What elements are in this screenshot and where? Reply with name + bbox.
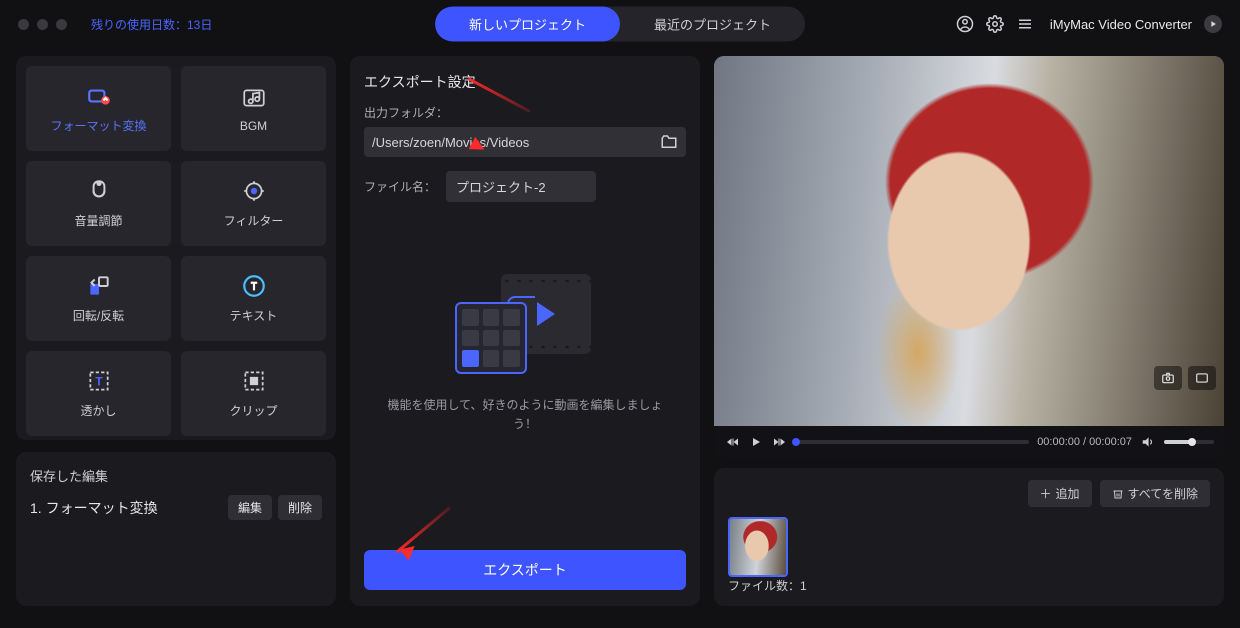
menu-icon[interactable] (1016, 15, 1034, 33)
snapshot-icon[interactable] (1154, 366, 1182, 390)
svg-text:T: T (95, 374, 103, 388)
minimize-window[interactable] (37, 19, 48, 30)
tool-clip[interactable]: クリップ (181, 351, 326, 436)
filter-icon (241, 178, 267, 204)
rotate-icon (86, 273, 112, 299)
tool-format-convert[interactable]: フォーマット変換 (26, 66, 171, 151)
tool-bgm[interactable]: BGM (181, 66, 326, 151)
export-button[interactable]: エクスポート (364, 550, 686, 590)
export-settings-panel: エクスポート設定 出力フォルダ： /Users/zoen/Movies/Vide… (350, 56, 700, 606)
text-icon (241, 273, 267, 299)
player-controls: 00:00:00 / 00:00:07 (714, 426, 1224, 458)
titlebar: 残りの使用日数：13日 新しいプロジェクト 最近のプロジェクト iMyMac V… (0, 0, 1240, 48)
saved-edit-name: 1. フォーマット変換 (30, 498, 158, 518)
bgm-icon (241, 85, 267, 111)
quick-export-icon[interactable] (1204, 15, 1222, 33)
play-icon[interactable] (748, 436, 764, 448)
playback-time: 00:00:00 / 00:00:07 (1037, 436, 1132, 448)
saved-edits-title: 保存した編集 (30, 466, 322, 485)
tool-rotate[interactable]: 回転/反転 (26, 256, 171, 341)
output-folder-field[interactable]: /Users/zoen/Movies/Videos (364, 127, 686, 157)
window-controls (18, 19, 67, 30)
fullscreen-icon[interactable] (1188, 366, 1216, 390)
file-thumbnail[interactable] (728, 517, 788, 577)
tab-new-project[interactable]: 新しいプロジェクト (435, 7, 620, 42)
trial-days-label: 残りの使用日数：13日 (91, 16, 212, 33)
output-folder-label: 出力フォルダ： (364, 104, 686, 121)
clip-icon (241, 368, 267, 394)
annotation-arrow (395, 506, 451, 553)
browse-folder-icon[interactable] (660, 133, 678, 151)
close-window[interactable] (18, 19, 29, 30)
settings-icon[interactable] (986, 15, 1004, 33)
export-illustration: 機能を使用して、好きのように動画を編集しましょう！ (364, 268, 686, 434)
tool-label: 音量調節 (74, 212, 122, 229)
tool-watermark[interactable]: T 透かし (26, 351, 171, 436)
tool-volume[interactable]: 音量調節 (26, 161, 171, 246)
tool-text[interactable]: テキスト (181, 256, 326, 341)
files-panel: ＋追加 すべてを削除 ファイル数：1 (714, 468, 1224, 606)
saved-edits-panel: 保存した編集 1. フォーマット変換 編集 削除 (16, 452, 336, 606)
tab-recent-projects[interactable]: 最近のプロジェクト (620, 7, 805, 42)
account-icon[interactable] (956, 15, 974, 33)
file-count-label: ファイル数：1 (728, 577, 1210, 594)
tool-label: フォーマット変換 (50, 117, 146, 134)
seek-bar[interactable] (796, 440, 1029, 444)
prev-frame-icon[interactable] (724, 436, 740, 448)
maximize-window[interactable] (56, 19, 67, 30)
saved-edit-button[interactable]: 編集 (228, 495, 272, 520)
tool-label: フィルター (224, 212, 284, 229)
saved-delete-button[interactable]: 削除 (278, 495, 322, 520)
tool-label: 回転/反転 (73, 307, 124, 324)
tool-label: テキスト (230, 307, 278, 324)
video-preview: 00:00:00 / 00:00:07 (714, 56, 1224, 458)
tool-label: 透かし (80, 402, 116, 419)
volume-slider[interactable] (1164, 440, 1214, 444)
export-hint-text: 機能を使用して、好きのように動画を編集しましょう！ (364, 396, 686, 434)
tools-panel: フォーマット変換 BGM 音量調節 (16, 56, 336, 440)
project-tabs: 新しいプロジェクト 最近のプロジェクト (435, 7, 805, 42)
output-folder-path: /Users/zoen/Movies/Videos (372, 135, 660, 150)
delete-all-button[interactable]: すべてを削除 (1100, 480, 1210, 507)
watermark-icon: T (86, 368, 112, 394)
filename-label: ファイル名： (364, 178, 436, 195)
tool-label: BGM (240, 119, 267, 133)
filename-input[interactable]: プロジェクト-2 (446, 171, 596, 202)
format-convert-icon (86, 83, 112, 109)
app-name: iMyMac Video Converter (1050, 17, 1192, 32)
tool-filter[interactable]: フィルター (181, 161, 326, 246)
preview-frame (714, 56, 1224, 426)
export-settings-title: エクスポート設定 (364, 72, 686, 92)
next-frame-icon[interactable] (772, 436, 788, 448)
add-file-button[interactable]: ＋追加 (1028, 480, 1092, 507)
volume-icon[interactable] (1140, 435, 1156, 449)
tool-label: クリップ (229, 402, 277, 419)
volume-icon (86, 178, 112, 204)
saved-edit-row: 1. フォーマット変換 編集 削除 (30, 495, 322, 520)
